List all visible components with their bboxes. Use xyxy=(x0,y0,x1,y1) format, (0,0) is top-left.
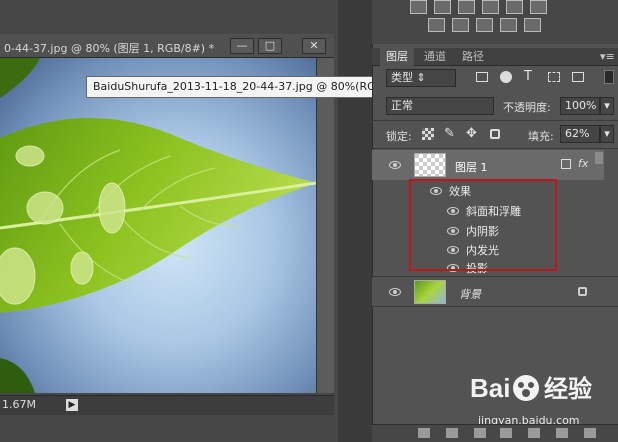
add-style-icon[interactable] xyxy=(446,428,458,438)
panel-menu-icon[interactable]: ▾≡ xyxy=(600,50,615,63)
link-layers-icon[interactable] xyxy=(418,428,430,438)
filter-kind-value: 类型 xyxy=(391,71,413,84)
adjustment-icon[interactable] xyxy=(506,0,523,14)
opacity-label: 不透明度: xyxy=(503,101,551,114)
effects-highlight-box xyxy=(409,179,557,271)
layer-name[interactable]: 图层 1 xyxy=(455,159,488,175)
add-mask-icon[interactable] xyxy=(474,428,486,438)
visibility-eye-icon[interactable] xyxy=(389,288,401,296)
visibility-eye-icon[interactable] xyxy=(389,161,401,169)
image-canvas[interactable] xyxy=(0,58,316,393)
tab-channels[interactable]: 通道 xyxy=(418,48,452,66)
document-title[interactable]: 0-44-37.jpg @ 80% (图层 1, RGB/8#) * xyxy=(4,40,214,56)
lock-all-icon[interactable] xyxy=(490,129,500,139)
adjustment-icon[interactable] xyxy=(476,18,493,32)
filter-shape-icon[interactable] xyxy=(548,72,560,82)
layers-scrollbar-thumb[interactable] xyxy=(595,152,603,164)
baidu-jingyan-logo: Bai 经验 xyxy=(470,373,592,403)
adjustment-icon[interactable] xyxy=(500,18,517,32)
lock-label: 锁定: xyxy=(386,130,412,143)
adjustment-icon[interactable] xyxy=(410,0,427,14)
adjustment-icon[interactable] xyxy=(458,0,475,14)
lock-pixels-icon[interactable]: ✎ xyxy=(444,126,455,141)
filter-smartobject-icon[interactable] xyxy=(572,72,584,82)
fill-input[interactable]: 62% xyxy=(560,125,600,143)
filter-pixel-icon[interactable] xyxy=(476,72,488,82)
filter-adjustment-icon[interactable] xyxy=(500,71,512,83)
lock-position-icon[interactable]: ✥ xyxy=(466,126,477,141)
logo-brand-left: Bai xyxy=(470,373,510,403)
status-bar xyxy=(0,395,334,415)
adjustment-icon[interactable] xyxy=(524,18,541,32)
delete-layer-icon[interactable] xyxy=(584,428,596,438)
document-tooltip: BaiduShurufa_2013-11-18_20-44-37.jpg @ 8… xyxy=(86,76,415,98)
divider xyxy=(372,120,618,121)
layer-thumbnail xyxy=(414,153,446,177)
maximize-button[interactable]: □ xyxy=(258,38,282,54)
filter-type-icon[interactable]: T xyxy=(524,69,532,84)
blend-mode-select[interactable]: 正常 xyxy=(386,97,494,115)
close-button[interactable]: ✕ xyxy=(302,38,326,54)
leaf-image xyxy=(0,58,316,393)
layers-bottom-toolbar xyxy=(372,424,618,442)
opacity-dropdown-icon[interactable]: ▾ xyxy=(600,97,614,115)
new-group-icon[interactable] xyxy=(528,428,540,438)
blend-mode-value: 正常 xyxy=(391,99,413,112)
tab-layers[interactable]: 图层 xyxy=(380,48,414,66)
adjustment-icon[interactable] xyxy=(530,0,547,14)
lock-transparency-icon[interactable] xyxy=(422,128,434,140)
filter-toggle[interactable] xyxy=(604,70,614,84)
layer-thumbnail xyxy=(414,280,446,304)
opacity-input[interactable]: 100% xyxy=(560,97,600,115)
document-size-readout: 1.67M xyxy=(2,398,36,411)
layer-lock-icon xyxy=(578,287,587,296)
filter-kind-select[interactable]: 类型 ⇕ xyxy=(386,69,456,87)
divider xyxy=(372,148,618,149)
adjustment-icon[interactable] xyxy=(428,18,445,32)
new-layer-icon[interactable] xyxy=(556,428,568,438)
layer-name[interactable]: 背景 xyxy=(459,286,481,302)
fx-badge[interactable]: fx xyxy=(578,157,588,170)
fill-dropdown-icon[interactable]: ▾ xyxy=(600,125,614,143)
tab-paths[interactable]: 路径 xyxy=(456,48,490,66)
logo-brand-right: 经验 xyxy=(544,375,592,403)
divider xyxy=(372,276,618,277)
status-menu-arrow-icon[interactable]: ▶ xyxy=(66,399,78,411)
adjustment-icon[interactable] xyxy=(482,0,499,14)
canvas-vertical-scrollbar[interactable] xyxy=(316,58,334,393)
divider xyxy=(372,306,618,307)
fill-label: 填充: xyxy=(528,130,554,143)
minimize-button[interactable]: — xyxy=(230,38,254,54)
adjustment-icon[interactable] xyxy=(452,18,469,32)
new-adjustment-icon[interactable] xyxy=(500,428,512,438)
adjustment-icon[interactable] xyxy=(434,0,451,14)
layer-link-icon xyxy=(561,159,571,169)
